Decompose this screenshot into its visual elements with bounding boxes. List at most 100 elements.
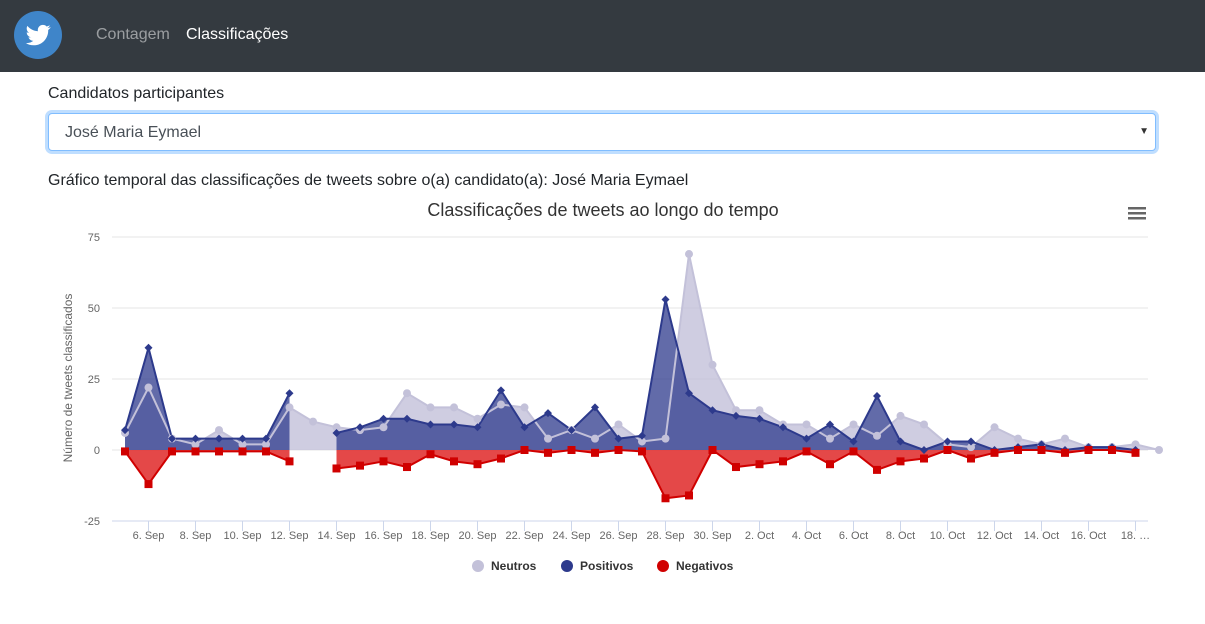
marker-neutros: [873, 431, 881, 440]
marker-negativos: [755, 460, 764, 469]
marker-negativos: [567, 446, 576, 454]
x-tick-label: 12. Sep: [271, 530, 309, 542]
marker-negativos: [262, 447, 270, 456]
legend-swatch-neutros: [472, 560, 484, 572]
grid-lines: [112, 236, 1148, 522]
x-tick-label: 4. Oct: [792, 530, 821, 542]
legend-item-negativos: Negativos: [676, 559, 734, 573]
marker-neutros: [661, 434, 670, 443]
y-tick-label: 75: [88, 232, 100, 244]
x-tick-label: 26. Sep: [600, 530, 638, 542]
marker-negativos: [215, 447, 223, 456]
x-tick-label: 20. Sep: [459, 530, 497, 542]
x-tick-label: 8. Sep: [180, 530, 212, 542]
marker-positivos: [873, 392, 881, 401]
marker-negativos: [520, 446, 529, 454]
marker-neutros: [1155, 446, 1163, 454]
marker-negativos: [661, 494, 670, 503]
legend: Neutros Positivos Negativos: [472, 559, 734, 573]
marker-positivos: [285, 389, 294, 398]
marker-negativos: [896, 457, 905, 466]
marker-neutros: [826, 434, 834, 443]
series-markers: [121, 250, 1163, 503]
marker-neutros: [309, 417, 317, 426]
axis-ticks: -25 0 25 50 75 6. Sep 8. Sep 10. Sep 12. Sep 14. …: [84, 232, 1150, 542]
marker-neutros: [990, 423, 999, 432]
marker-neutros: [614, 420, 623, 429]
x-tick-label: 24. Sep: [553, 530, 591, 542]
marker-negativos: [1084, 446, 1093, 454]
marker-negativos: [426, 450, 435, 459]
x-tick-label: 14. Sep: [318, 530, 356, 542]
marker-negativos: [779, 457, 787, 466]
marker-negativos: [450, 457, 458, 466]
y-tick-label: -25: [84, 516, 100, 528]
area-positivos: [125, 347, 290, 450]
marker-neutros: [544, 434, 552, 443]
hamburger-menu-icon[interactable]: [1128, 207, 1146, 220]
marker-neutros: [520, 403, 529, 412]
marker-negativos: [638, 447, 646, 456]
marker-negativos: [943, 446, 952, 454]
x-tick-label: 28. Sep: [647, 530, 685, 542]
chart-title: Classificações de tweets ao longo do tem…: [427, 200, 778, 220]
marker-negativos: [849, 447, 858, 456]
legend-swatch-negativos: [657, 560, 669, 572]
marker-neutros: [497, 400, 505, 409]
marker-neutros: [144, 383, 153, 392]
marker-positivos: [144, 343, 153, 352]
x-tick-label: 2. Oct: [745, 530, 774, 542]
marker-neutros: [802, 420, 811, 429]
marker-negativos: [990, 448, 999, 457]
marker-negativos: [497, 454, 505, 463]
marker-neutros: [215, 426, 223, 435]
marker-negativos: [732, 463, 740, 472]
line-neutros: [124, 253, 1160, 451]
marker-neutros: [379, 423, 388, 432]
marker-neutros: [450, 403, 458, 412]
y-tick-label: 25: [88, 374, 100, 386]
marker-negativos: [473, 460, 482, 469]
marker-negativos: [121, 447, 129, 456]
marker-neutros: [1061, 434, 1069, 443]
marker-neutros: [708, 360, 717, 369]
marker-neutros: [896, 411, 905, 420]
x-tick-label: 12. Oct: [977, 530, 1012, 542]
marker-neutros: [426, 403, 435, 412]
area-positivos: [336, 299, 1136, 450]
marker-negativos: [591, 448, 599, 457]
marker-negativos: [614, 446, 623, 454]
marker-negativos: [285, 457, 294, 466]
marker-negativos: [1108, 446, 1116, 454]
classification-chart: Classificações de tweets ao longo do tem…: [61, 200, 1163, 573]
marker-neutros: [473, 414, 482, 423]
marker-negativos: [144, 480, 153, 489]
marker-negativos: [1014, 446, 1022, 454]
marker-negativos: [708, 446, 717, 454]
legend-item-positivos: Positivos: [580, 559, 634, 573]
x-tick-label: 10. Oct: [930, 530, 965, 542]
marker-neutros: [755, 406, 764, 415]
x-tick-label: 16. Sep: [365, 530, 403, 542]
marker-neutros: [285, 403, 294, 412]
marker-negativos: [873, 465, 881, 474]
x-tick-label: 8. Oct: [886, 530, 915, 542]
series-lines: [124, 253, 1160, 500]
legend-swatch-positivos: [561, 560, 573, 572]
marker-neutros: [849, 420, 858, 429]
marker-negativos: [1037, 446, 1046, 454]
marker-neutros: [920, 420, 928, 429]
x-tick-label: 18. …: [1121, 530, 1150, 542]
area-negativos: [336, 450, 1136, 499]
x-tick-label: 6. Sep: [133, 530, 165, 542]
y-tick-label: 50: [88, 303, 100, 315]
marker-neutros: [1014, 434, 1022, 443]
x-tick-label: 22. Sep: [506, 530, 544, 542]
marker-negativos: [168, 447, 176, 456]
marker-negativos: [356, 461, 364, 470]
marker-neutros: [685, 250, 693, 259]
marker-positivos: [661, 295, 670, 304]
marker-negativos: [332, 464, 341, 473]
x-tick-label: 18. Sep: [412, 530, 450, 542]
x-tick-label: 10. Sep: [224, 530, 262, 542]
